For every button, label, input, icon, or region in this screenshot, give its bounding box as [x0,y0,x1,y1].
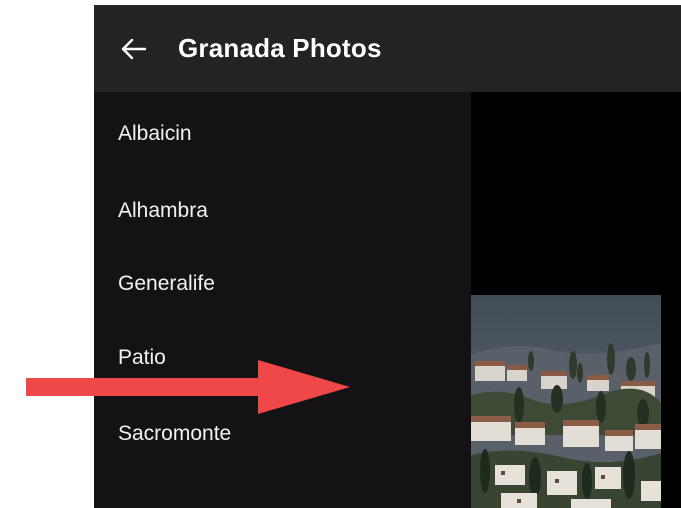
photo-scene [471,343,661,508]
annotation-arrow-icon [26,360,350,414]
back-button[interactable] [114,29,154,69]
arrow-left-icon [121,38,147,59]
drawer-item-generalife[interactable]: Generalife [118,264,448,304]
drawer-item-albaicin[interactable]: Albaicin [118,114,448,154]
content-area [471,92,681,508]
app-bar: Granada Photos [94,5,681,92]
navigation-drawer: Albaicin Alhambra Generalife Patio Sacro… [94,92,471,508]
hillside-town-photo[interactable] [471,295,661,508]
app-screen: Granada Photos Albaicin Alhambra General… [94,5,681,508]
drawer-item-alhambra[interactable]: Alhambra [118,191,448,231]
drawer-item-sacromonte[interactable]: Sacromonte [118,414,448,454]
page-title: Granada Photos [178,33,382,63]
